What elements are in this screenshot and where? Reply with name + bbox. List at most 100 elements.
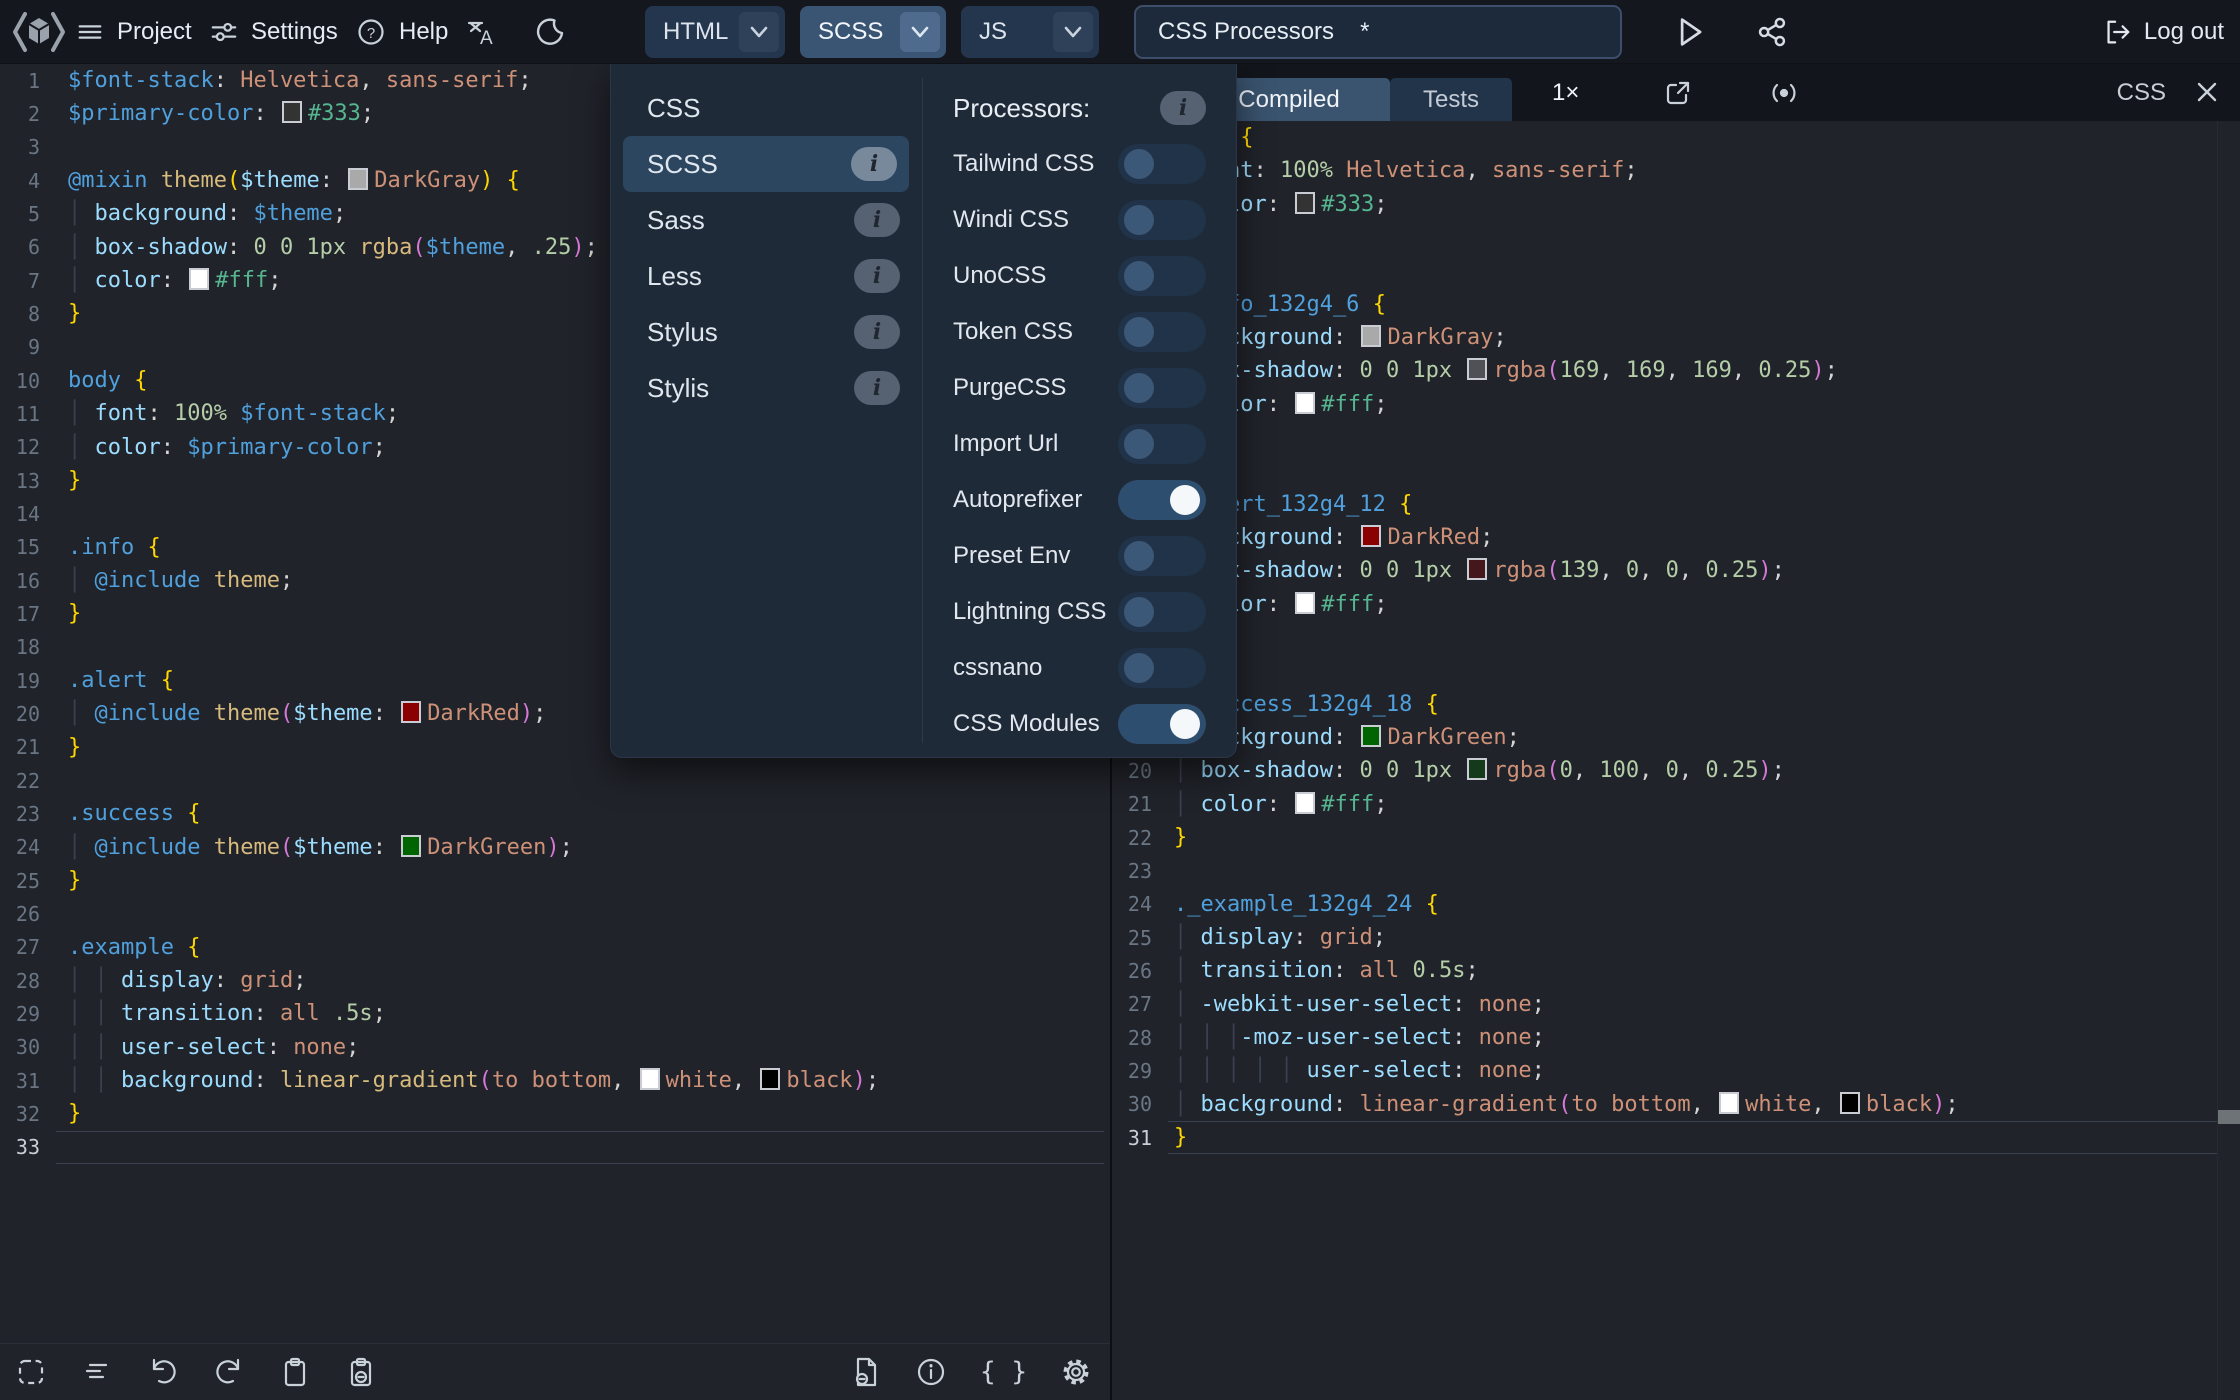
clipboard-scan-icon[interactable]	[345, 1356, 377, 1388]
code-line[interactable]: 24 ._example_132g4_24 {	[1112, 888, 2240, 921]
toggle-switch[interactable]	[1118, 368, 1206, 408]
menu-project[interactable]: Project	[76, 0, 192, 64]
logout-button[interactable]: Log out	[2102, 0, 2224, 64]
code-line[interactable]: 10}	[1112, 421, 2240, 454]
code-line[interactable]: 16}	[1112, 621, 2240, 654]
code-line[interactable]: 24 │ @include theme($theme: DarkGreen);	[0, 831, 1110, 864]
line-number: 19	[15, 668, 40, 693]
code-line[interactable]: 17	[1112, 654, 2240, 687]
code-line[interactable]: 31 │ │ background: linear-gradient(to bot…	[0, 1064, 1110, 1097]
code-line[interactable]: 25 │ display: grid;	[1112, 921, 2240, 954]
toggle-switch[interactable]	[1118, 144, 1206, 184]
code-line[interactable]: 30 │ background: linear-gradient(to botto…	[1112, 1088, 2240, 1121]
toggle-switch[interactable]	[1118, 536, 1206, 576]
code-line[interactable]: 6._info_132g4_6 {	[1112, 288, 2240, 321]
language-menu-item[interactable]: SCSS i	[623, 136, 909, 192]
info-badge-icon[interactable]: i	[854, 315, 900, 349]
scrollbar-thumb[interactable]	[2218, 1110, 2240, 1124]
chevron-down-icon[interactable]	[739, 12, 779, 52]
info-badge-icon[interactable]: i	[854, 371, 900, 405]
info-icon[interactable]	[915, 1356, 947, 1388]
code-line[interactable]: 26	[0, 897, 1110, 930]
code-line[interactable]: 32}	[0, 1097, 1110, 1130]
code-line[interactable]: 26 │ transition: all 0.5s;	[1112, 954, 2240, 987]
code-line[interactable]: 11	[1112, 454, 2240, 487]
redo-icon[interactable]	[213, 1356, 245, 1388]
editor-tab-scss[interactable]: SCSS	[800, 6, 946, 58]
code-line[interactable]: 8│ box-shadow: 0 0 1px rgba(169, 169, 16…	[1112, 354, 2240, 387]
code-line[interactable]: 28 │ │ display: grid;	[0, 964, 1110, 997]
toggle-switch[interactable]	[1118, 480, 1206, 520]
code-line[interactable]: 28 │ │ │-moz-user-select: none;	[1112, 1021, 2240, 1054]
code-line[interactable]: 23 .success {	[0, 797, 1110, 830]
code-line[interactable]: 1body {	[1112, 121, 2240, 154]
menu-help[interactable]: ? Help	[356, 0, 448, 64]
toggle-switch[interactable]	[1118, 200, 1206, 240]
code-line[interactable]: 20 │ box-shadow: 0 0 1px rgba(0, 100, 0, …	[1112, 754, 2240, 787]
editor-tab-html[interactable]: HTML	[645, 6, 785, 58]
toggle-switch[interactable]	[1118, 704, 1206, 744]
code-line[interactable]: 29 │ │ transition: all .5s;	[0, 997, 1110, 1030]
language-menu-item[interactable]: Less i	[611, 248, 922, 304]
clipboard-icon[interactable]	[279, 1356, 311, 1388]
toggle-switch[interactable]	[1118, 424, 1206, 464]
code-line[interactable]: 9│ color: #fff;	[1112, 388, 2240, 421]
code-line[interactable]: 21 │ color: #fff;	[1112, 788, 2240, 821]
code-line[interactable]: 7│ background: DarkGray;	[1112, 321, 2240, 354]
code-line[interactable]: 15│ color: #fff;	[1112, 588, 2240, 621]
code-line[interactable]: 22	[0, 764, 1110, 797]
code-line[interactable]: 19│ background: DarkGreen;	[1112, 721, 2240, 754]
format-icon[interactable]	[81, 1356, 113, 1388]
code-line[interactable]: 22}	[1112, 821, 2240, 854]
undo-icon[interactable]	[147, 1356, 179, 1388]
language-menu-item[interactable]: Stylis i	[611, 360, 922, 416]
code-line[interactable]: 2│ font: 100% Helvetica, sans-serif;	[1112, 154, 2240, 187]
code-line[interactable]: 33	[0, 1130, 1110, 1165]
zoom-level-button[interactable]: 1×	[1552, 64, 1579, 121]
compiled-css-viewer[interactable]: 1body {2│ font: 100% Helvetica, sans-ser…	[1112, 121, 2240, 1400]
code-line[interactable]: 18._success_132g4_18 {	[1112, 688, 2240, 721]
toggle-switch[interactable]	[1118, 256, 1206, 296]
project-title-input[interactable]: CSS Processors *	[1134, 5, 1622, 59]
code-line[interactable]: 27 .example {	[0, 931, 1110, 964]
language-menu-item[interactable]: CSS	[611, 80, 922, 136]
language-menu-item[interactable]: Stylus i	[611, 304, 922, 360]
code-line[interactable]: 30 │ │ user-select: none;	[0, 1031, 1110, 1064]
code-token: 169	[1559, 358, 1600, 384]
code-line[interactable]: 31}	[1112, 1120, 2240, 1155]
code-line[interactable]: 13│ background: DarkRed;	[1112, 521, 2240, 554]
code-line[interactable]: 25}	[0, 864, 1110, 897]
code-line[interactable]: 5	[1112, 254, 2240, 287]
braces-icon[interactable]: { }	[980, 1357, 1027, 1387]
toggle-switch[interactable]	[1118, 592, 1206, 632]
toggle-switch[interactable]	[1118, 312, 1206, 352]
info-badge-icon[interactable]: i	[1160, 91, 1206, 125]
moon-icon[interactable]	[534, 0, 564, 64]
info-badge-icon[interactable]: i	[851, 147, 897, 181]
language-menu-item[interactable]: Sass i	[611, 192, 922, 248]
menu-settings[interactable]: Settings	[210, 0, 338, 64]
file-link-icon[interactable]	[850, 1356, 882, 1388]
share-button[interactable]	[1754, 14, 1790, 50]
run-button[interactable]	[1672, 14, 1708, 50]
toggle-switch[interactable]	[1118, 648, 1206, 688]
code-line[interactable]: 14│ box-shadow: 0 0 1px rgba(139, 0, 0, …	[1112, 554, 2240, 587]
chevron-down-icon[interactable]	[1053, 12, 1093, 52]
info-badge-icon[interactable]: i	[854, 259, 900, 293]
close-icon[interactable]	[2192, 77, 2222, 107]
code-line[interactable]: 12._alert_132g4_12 {	[1112, 488, 2240, 521]
code-line[interactable]: 3│ color: #333;	[1112, 188, 2240, 221]
code-line[interactable]: 4}	[1112, 221, 2240, 254]
selection-icon[interactable]	[15, 1356, 47, 1388]
code-line[interactable]: 23	[1112, 854, 2240, 887]
broadcast-icon[interactable]	[1767, 77, 1801, 109]
gear-icon[interactable]	[1060, 1356, 1092, 1388]
code-line[interactable]: 29 │ │ │ │ │ user-select: none;	[1112, 1054, 2240, 1087]
tab-tests[interactable]: Tests	[1390, 78, 1512, 121]
open-in-window-icon[interactable]	[1662, 77, 1694, 109]
translate-icon[interactable]: A	[466, 0, 498, 64]
chevron-down-icon[interactable]	[900, 12, 940, 52]
editor-tab-js[interactable]: JS	[961, 6, 1099, 58]
info-badge-icon[interactable]: i	[854, 203, 900, 237]
code-line[interactable]: 27 │ -webkit-user-select: none;	[1112, 988, 2240, 1021]
